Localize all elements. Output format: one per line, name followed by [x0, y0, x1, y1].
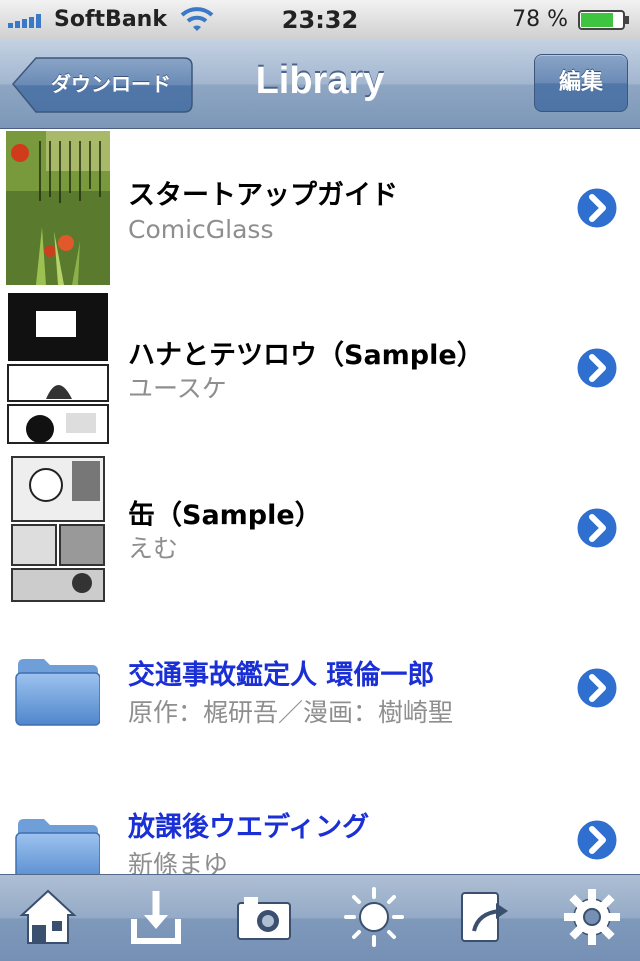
export-icon[interactable]	[454, 887, 514, 947]
download-icon[interactable]	[126, 887, 186, 947]
detail-disclosure-icon[interactable]	[574, 817, 620, 863]
folder-item[interactable]: 交通事故鑑定人 環倫一郎 原作：梶研吾／漫画：樹崎聖	[0, 609, 640, 770]
item-author: ユースケ	[128, 374, 227, 403]
folder-icon	[15, 659, 100, 726]
battery-icon	[578, 10, 629, 30]
folder-author: 原作：梶研吾／漫画：樹崎聖	[128, 698, 454, 727]
detail-disclosure-icon[interactable]	[574, 665, 620, 711]
list-item[interactable]: 缶（Sample） えむ	[0, 449, 640, 610]
folder-title: 交通事故鑑定人 環倫一郎	[128, 660, 435, 691]
item-title: スタートアップガイド	[128, 180, 398, 211]
folder-icon	[15, 819, 100, 874]
item-author: えむ	[128, 534, 179, 563]
folder-item[interactable]: 放課後ウエディング 新條まゆ	[0, 769, 640, 874]
folder-author: 新條まゆ	[128, 850, 229, 874]
detail-disclosure-icon[interactable]	[574, 345, 620, 391]
brightness-icon[interactable]	[344, 887, 404, 947]
camera-icon[interactable]	[234, 887, 294, 947]
gear-icon[interactable]	[562, 887, 622, 947]
home-icon[interactable]	[18, 887, 78, 947]
item-author: ComicGlass	[128, 215, 274, 244]
status-bar: SoftBank 23:32 78 %	[0, 0, 640, 40]
book-cover-thumbnail	[6, 131, 110, 285]
battery-percent: 78 %	[512, 7, 568, 32]
book-cover-thumbnail	[6, 291, 110, 445]
book-cover-thumbnail	[6, 451, 110, 605]
list-item[interactable]: ハナとテツロウ（Sample） ユースケ	[0, 289, 640, 450]
item-title: 缶（Sample）	[128, 500, 322, 531]
item-title: ハナとテツロウ（Sample）	[128, 340, 484, 371]
tab-bar	[0, 874, 640, 961]
list-item[interactable]: スタートアップガイド ComicGlass	[0, 129, 640, 290]
detail-disclosure-icon[interactable]	[574, 185, 620, 231]
detail-disclosure-icon[interactable]	[574, 505, 620, 551]
edit-button[interactable]: 編集	[534, 54, 628, 112]
navigation-bar: ダウンロード Library 編集	[0, 40, 640, 129]
folder-title: 放課後ウエディング	[128, 812, 370, 843]
library-list: スタートアップガイド ComicGlass ハナとテツロウ（Sample） ユー…	[0, 129, 640, 874]
